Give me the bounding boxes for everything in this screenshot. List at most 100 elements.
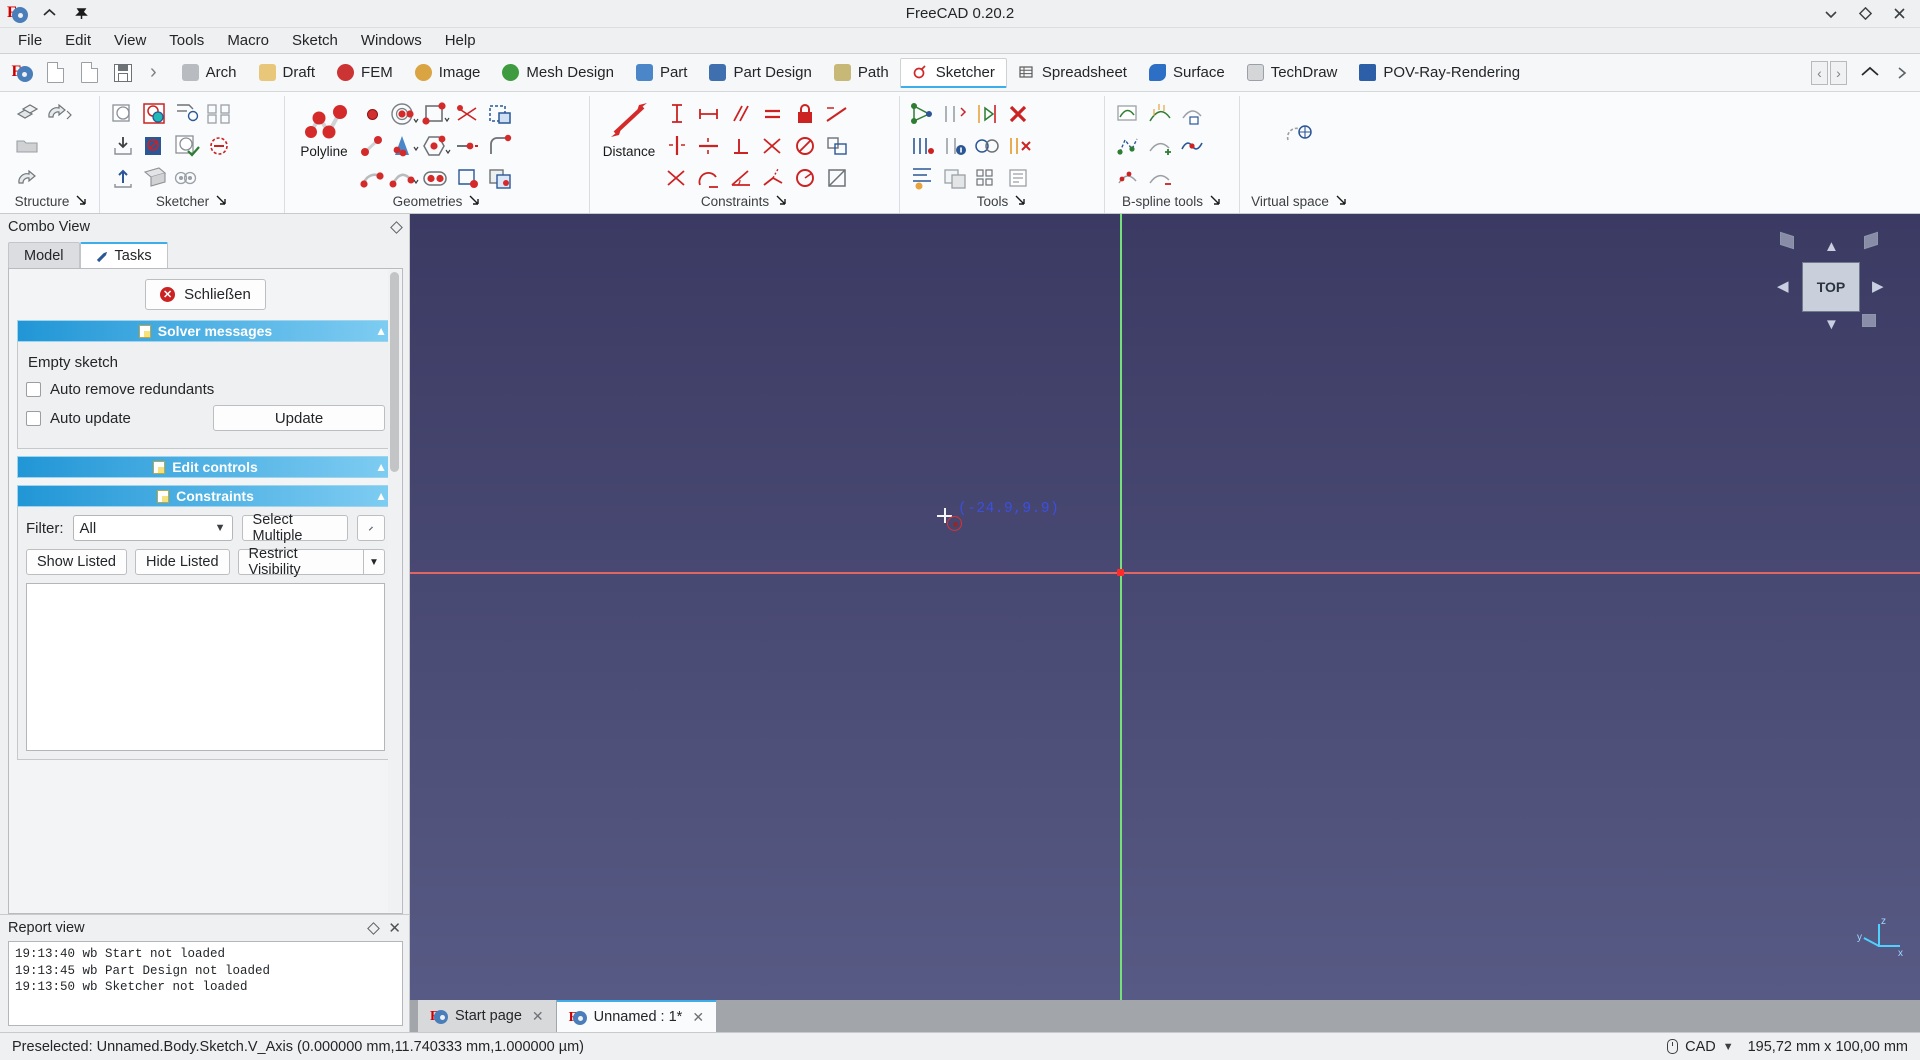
constraint-settings-button[interactable] [357, 515, 385, 541]
menu-tools[interactable]: Tools [159, 29, 214, 52]
edit-sketch-icon[interactable] [140, 99, 170, 129]
bspline-increase-degree-icon[interactable] [1145, 131, 1175, 161]
line-icon[interactable] [357, 131, 387, 161]
tab-scroll-left-button[interactable]: ‹ [1811, 60, 1828, 85]
switch-virtual-space-icon[interactable] [1281, 118, 1319, 152]
workbench-tab-path[interactable]: Path [823, 58, 900, 88]
constraints-list[interactable] [26, 583, 385, 751]
close-icon[interactable] [1890, 5, 1908, 23]
navigation-cube[interactable]: TOP ▲ ▼ ◀ ▶ [1772, 231, 1892, 352]
leave-sketch-icon[interactable] [140, 131, 170, 161]
chevron-right-icon[interactable]: › [142, 61, 165, 84]
navcube-corner-bottom[interactable] [1862, 314, 1876, 327]
minimize-icon[interactable] [1822, 5, 1840, 23]
menu-windows[interactable]: Windows [351, 29, 432, 52]
constrain-block-icon[interactable] [790, 131, 820, 161]
toggle-active-constraint-icon[interactable] [822, 163, 852, 193]
trim-edge-icon[interactable] [453, 99, 483, 129]
bspline-decrease-degree-icon[interactable] [1145, 163, 1175, 193]
tab-model[interactable]: Model [8, 242, 80, 268]
show-listed-button[interactable]: Show Listed [26, 549, 127, 575]
workbench-tab-image[interactable]: Image [404, 58, 492, 88]
bspline-icon[interactable] [389, 163, 419, 193]
constrain-vertical-distance-icon[interactable] [662, 99, 692, 129]
remove-axes-icon[interactable] [204, 131, 234, 161]
scrollbar-thumb[interactable] [390, 272, 399, 472]
auto-update-checkbox[interactable] [26, 410, 41, 426]
mirror-sketch-icon[interactable] [204, 99, 234, 129]
distance-button[interactable]: Distance [598, 99, 660, 159]
polygon-icon[interactable] [421, 131, 451, 161]
open-document-icon[interactable] [74, 58, 104, 88]
bspline-degree-icon[interactable] [1113, 99, 1143, 129]
workbench-tab-povray-rendering[interactable]: POV-Ray-Rendering [1348, 58, 1531, 88]
float-panel-icon[interactable] [390, 220, 403, 234]
show-hide-constraints-icon[interactable] [940, 99, 970, 129]
3d-viewport[interactable]: (-24.9,9.9) TOP ▲ ▼ ◀ ▶ z x y [410, 214, 1920, 1000]
bspline-insert-knot-icon[interactable] [1177, 99, 1207, 129]
report-view-log[interactable]: 19:13:40 wb Start not loaded 19:13:45 wb… [8, 941, 403, 1026]
merge-sketch-icon[interactable] [172, 163, 202, 193]
workbench-tab-draft[interactable]: Draft [248, 58, 327, 88]
toggle-construction-icon[interactable] [485, 99, 515, 129]
menu-help[interactable]: Help [435, 29, 486, 52]
rendering-order-icon[interactable] [940, 163, 970, 193]
chevron-down-icon[interactable]: ▼ [1723, 1041, 1734, 1053]
create-group-icon[interactable] [12, 131, 42, 161]
conic-icon[interactable] [389, 131, 419, 161]
navcube-face-top[interactable]: TOP [1802, 262, 1860, 312]
ribbon-overflow-button[interactable] [1893, 61, 1910, 85]
link-group-icon[interactable] [44, 99, 74, 129]
collapse-ribbon-button[interactable] [1849, 61, 1891, 85]
expand-dialog-icon[interactable] [468, 193, 481, 209]
constrain-vertical-icon[interactable] [662, 131, 692, 161]
pin-icon[interactable] [72, 5, 90, 23]
nav-arrow-down-icon[interactable]: ▼ [1824, 316, 1839, 333]
polyline-button[interactable]: Polyline [293, 99, 355, 159]
constrain-refraction-icon[interactable] [822, 99, 852, 129]
slot-icon[interactable] [421, 163, 451, 193]
constrain-snell-law-icon[interactable] [758, 163, 788, 193]
map-sketch-icon[interactable] [172, 99, 202, 129]
hide-listed-button[interactable]: Hide Listed [135, 549, 230, 575]
tab-tasks[interactable]: Tasks [79, 242, 168, 268]
chevron-up-icon[interactable]: ▲ [375, 460, 387, 474]
menu-file[interactable]: File [8, 29, 52, 52]
constrain-equal-icon[interactable] [758, 99, 788, 129]
close-icon[interactable]: ✕ [692, 1009, 704, 1026]
expand-dialog-icon[interactable] [215, 193, 228, 209]
bspline-polygon-icon[interactable] [1113, 131, 1143, 161]
expand-dialog-icon[interactable] [1209, 193, 1222, 209]
bspline-knot-icon[interactable] [1113, 163, 1143, 193]
tab-scroll-right-button[interactable]: › [1830, 60, 1847, 85]
bspline-join-icon[interactable] [1177, 131, 1207, 161]
constrain-angle-icon[interactable] [726, 163, 756, 193]
restrict-visibility-dropdown[interactable]: ▼ [363, 549, 385, 575]
workbench-tab-arch[interactable]: Arch [171, 58, 248, 88]
menu-view[interactable]: View [104, 29, 156, 52]
menu-edit[interactable]: Edit [55, 29, 101, 52]
workbench-tab-part-design[interactable]: Part Design [698, 58, 822, 88]
workbench-tab-mesh-design[interactable]: Mesh Design [491, 58, 625, 88]
view-sketch-icon[interactable] [140, 163, 170, 193]
close-icon[interactable]: ✕ [532, 1008, 544, 1025]
toggle-driving-constraint-icon[interactable] [822, 131, 852, 161]
delete-all-geometry-icon[interactable] [1004, 99, 1034, 129]
workbench-tab-sketcher[interactable]: Sketcher [899, 57, 1007, 88]
menu-macro[interactable]: Macro [217, 29, 279, 52]
delete-all-constraints-icon[interactable] [1004, 131, 1034, 161]
bspline-comb-icon[interactable] [1145, 99, 1175, 129]
constraint-info-icon[interactable] [940, 131, 970, 161]
expand-dialog-icon[interactable] [775, 193, 788, 209]
constrain-perpendicular-icon[interactable] [726, 131, 756, 161]
create-sketch-icon[interactable] [108, 99, 138, 129]
constrain-lock-icon[interactable] [790, 99, 820, 129]
nav-arrow-left-icon[interactable]: ◀ [1777, 277, 1789, 295]
constrain-symmetric-icon[interactable] [758, 131, 788, 161]
constrain-tangent-icon[interactable] [694, 163, 724, 193]
select-origin-icon[interactable] [908, 163, 938, 193]
extend-edge-icon[interactable] [453, 131, 483, 161]
menu-sketch[interactable]: Sketch [282, 29, 348, 52]
rectangular-array-icon[interactable] [972, 163, 1002, 193]
select-elements-icon[interactable] [908, 99, 938, 129]
